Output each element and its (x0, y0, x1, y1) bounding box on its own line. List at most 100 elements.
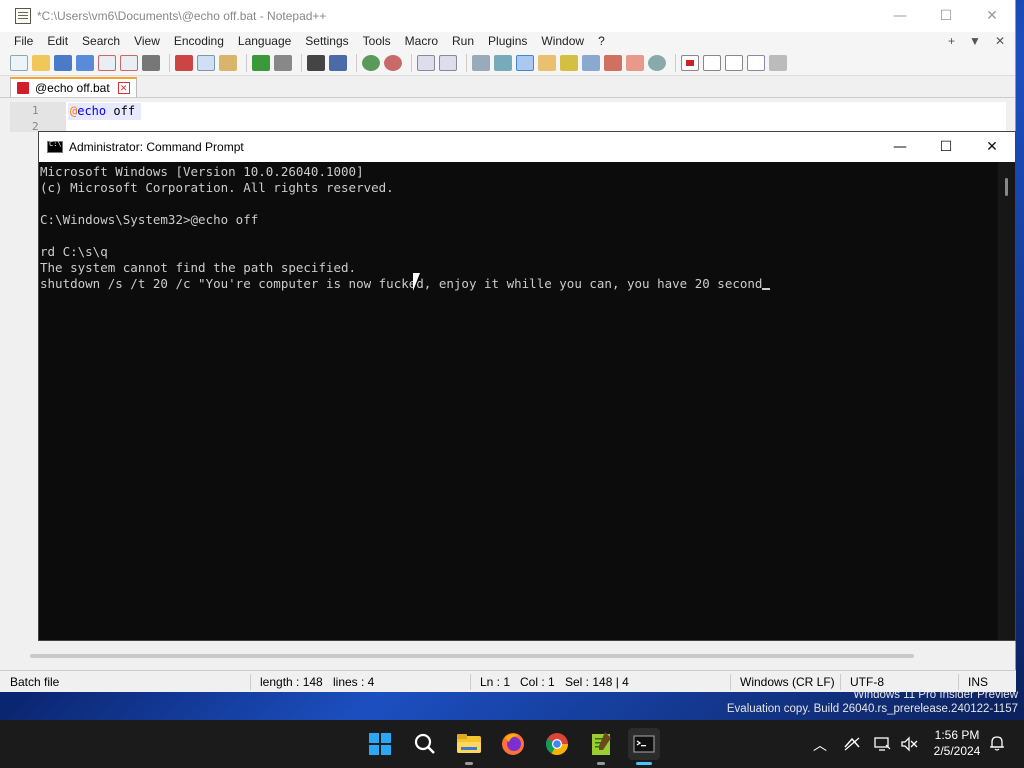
new-tab-plus-icon[interactable]: + (948, 34, 955, 48)
npp-close-button[interactable]: ✕ (969, 8, 1015, 24)
print-icon[interactable] (142, 54, 160, 71)
running-indicator (597, 762, 605, 765)
display-icon[interactable] (873, 735, 891, 753)
function-list-icon[interactable] (538, 54, 556, 71)
close-all-icon[interactable] (120, 54, 138, 71)
windows-start-icon[interactable] (364, 728, 396, 760)
doc-map-icon[interactable] (560, 54, 578, 71)
undo-icon[interactable] (252, 54, 270, 71)
menu-help[interactable]: ? (598, 34, 605, 48)
cmd-maximize-button[interactable]: ☐ (923, 139, 969, 155)
save-macro-icon[interactable] (769, 54, 787, 71)
chrome-icon[interactable] (541, 728, 573, 760)
cmd-titlebar[interactable]: Administrator: Command Prompt — ☐ ✕ (39, 132, 1015, 162)
toolbar-separator (169, 53, 170, 72)
system-clock[interactable]: 1:56 PM 2/5/2024 (924, 727, 990, 759)
tab-echo-off-bat[interactable]: @echo off.bat ✕ (10, 77, 137, 97)
redo-icon[interactable] (274, 54, 292, 71)
copy-icon[interactable] (197, 54, 215, 71)
menu-view[interactable]: View (134, 34, 160, 48)
menu-file[interactable]: File (14, 34, 33, 48)
sync-vertical-icon[interactable] (417, 54, 435, 71)
status-line: Ln : 1 (480, 675, 511, 689)
show-hidden-icons-chevron-icon[interactable]: ︿ (813, 735, 827, 755)
find-icon[interactable] (307, 54, 325, 71)
cmd-minimize-button[interactable]: — (877, 139, 923, 155)
cmd-close-button[interactable]: ✕ (969, 139, 1015, 155)
menu-macro[interactable]: Macro (405, 34, 438, 48)
folder-as-workspace-icon[interactable] (582, 54, 600, 71)
text-cursor (762, 288, 771, 290)
tab-close-icon[interactable]: ✕ (117, 82, 130, 94)
stop-macro-icon[interactable] (703, 54, 721, 71)
status-insert-mode[interactable]: INS (968, 675, 988, 689)
document-list-icon[interactable] (604, 54, 622, 71)
cmd-app-icon (47, 140, 63, 153)
menu-edit[interactable]: Edit (47, 34, 68, 48)
new-file-icon[interactable] (10, 54, 28, 71)
notification-bell-icon[interactable] (988, 734, 1006, 752)
menu-encoding[interactable]: Encoding (174, 34, 224, 48)
record-macro-icon[interactable] (681, 54, 699, 71)
firefox-icon[interactable] (497, 728, 529, 760)
menu-plugins[interactable]: Plugins (488, 34, 527, 48)
file-explorer-icon[interactable] (453, 728, 485, 765)
zoom-in-icon[interactable] (362, 54, 380, 71)
console-input-line[interactable]: shutdown /s /t 20 /c "You're computer is… (40, 276, 999, 292)
sync-horizontal-icon[interactable] (439, 54, 457, 71)
indent-guide-icon[interactable] (516, 54, 534, 71)
taskbar: ︿ 1:56 PM 2/5/2024 (0, 720, 1024, 768)
npp-toolbar (0, 50, 1015, 76)
save-all-icon[interactable] (76, 54, 94, 71)
toolbar-separator (411, 53, 412, 72)
command-prompt-icon[interactable] (628, 728, 660, 765)
replace-icon[interactable] (329, 54, 347, 71)
scrollbar-thumb[interactable] (1005, 178, 1008, 196)
status-divider (470, 674, 471, 690)
toolbar-separator (675, 53, 676, 72)
close-file-icon[interactable] (98, 54, 116, 71)
word-wrap-icon[interactable] (472, 54, 490, 71)
network-disconnected-icon[interactable] (843, 735, 861, 753)
tab-list-dropdown-icon[interactable]: ▼ (969, 34, 981, 48)
npp-horizontal-scrollbar[interactable] (30, 654, 914, 658)
menu-language[interactable]: Language (238, 34, 291, 48)
npp-editor[interactable]: 1 2 @echo off (10, 102, 1006, 133)
open-file-icon[interactable] (32, 54, 50, 71)
paste-icon[interactable] (219, 54, 237, 71)
console-line: (c) Microsoft Corporation. All rights re… (40, 180, 394, 195)
close-document-icon[interactable]: ✕ (995, 34, 1005, 48)
zoom-out-icon[interactable] (384, 54, 402, 71)
save-icon[interactable] (54, 54, 72, 71)
menu-window[interactable]: Window (541, 34, 584, 48)
menu-search[interactable]: Search (82, 34, 120, 48)
status-encoding[interactable]: UTF-8 (850, 675, 884, 689)
console-current-command: shutdown /s /t 20 /c "You're computer is… (40, 276, 763, 291)
eye-icon[interactable] (648, 54, 666, 71)
console-line: C:\Windows\System32>@echo off (40, 212, 259, 227)
npp-maximize-button[interactable]: ☐ (923, 8, 969, 24)
menu-settings[interactable]: Settings (305, 34, 348, 48)
menu-tools[interactable]: Tools (363, 34, 391, 48)
status-divider (250, 674, 251, 690)
code-line-1[interactable]: @echo off (68, 103, 142, 120)
play-macro-icon[interactable] (725, 54, 743, 71)
cmd-console-output[interactable]: Microsoft Windows [Version 10.0.26040.10… (39, 162, 999, 640)
monitoring-icon[interactable] (626, 54, 644, 71)
npp-minimize-button[interactable]: — (877, 8, 923, 24)
menu-run[interactable]: Run (452, 34, 474, 48)
watermark-build: Evaluation copy. Build 26040.rs_prerelea… (726, 703, 1018, 715)
npp-titlebar[interactable]: *C:\Users\vm6\Documents\@echo off.bat - … (0, 0, 1015, 32)
volume-muted-icon[interactable] (900, 735, 918, 753)
cut-icon[interactable] (175, 54, 193, 71)
run-macro-multiple-icon[interactable] (747, 54, 765, 71)
notepad-plus-plus-icon[interactable] (585, 728, 617, 765)
line-number: 1 (32, 104, 39, 117)
console-line: rd C:\s\q (40, 244, 108, 259)
show-all-chars-icon[interactable] (494, 54, 512, 71)
console-line: Microsoft Windows [Version 10.0.26040.10… (40, 164, 364, 179)
status-eol[interactable]: Windows (CR LF) (740, 675, 835, 689)
search-icon[interactable] (409, 728, 441, 760)
cmd-vertical-scrollbar[interactable] (998, 162, 1015, 640)
